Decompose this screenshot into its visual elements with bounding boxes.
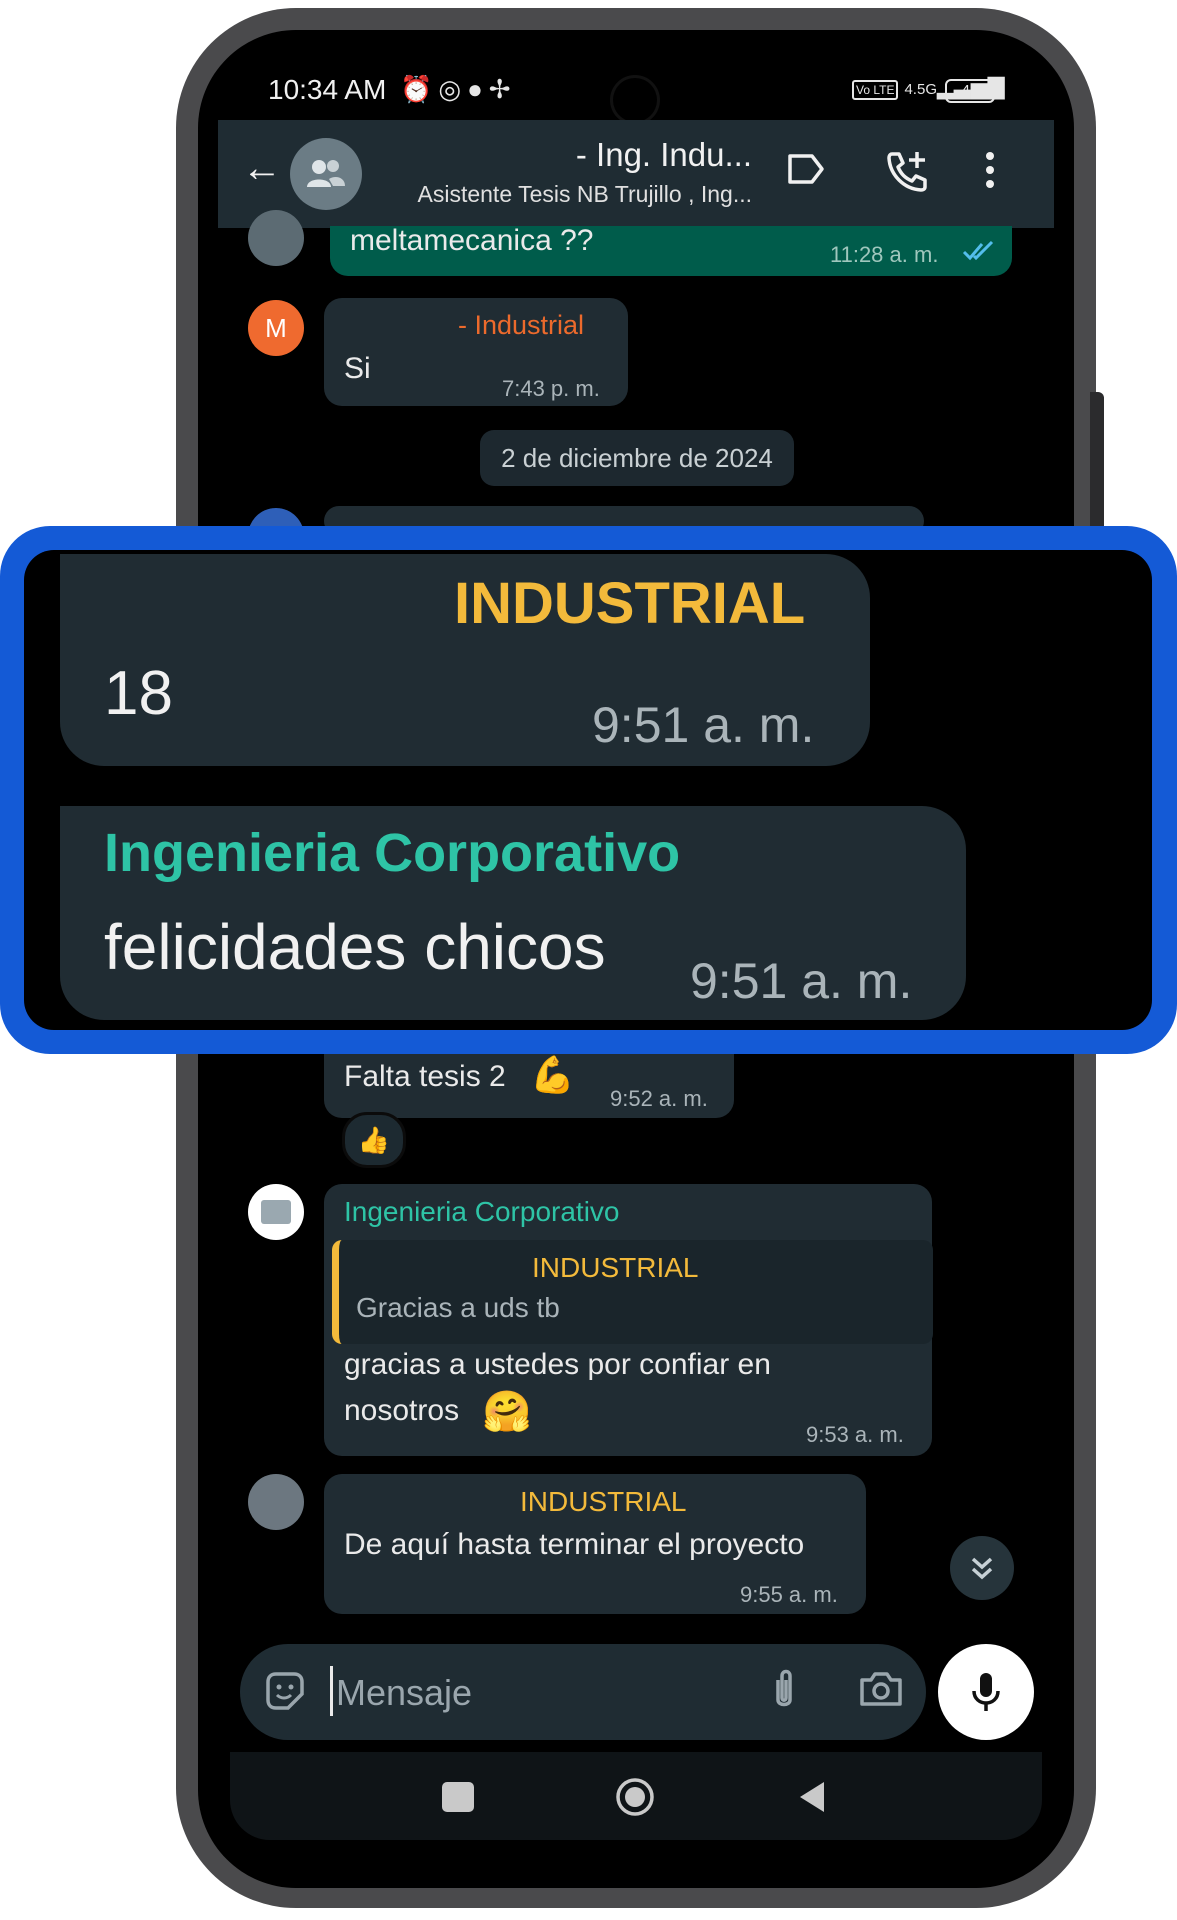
group-avatar[interactable] (290, 138, 362, 210)
battery-icon: 48 (945, 79, 995, 103)
message-input[interactable] (334, 1666, 738, 1720)
volte-badge: Vo LTE (852, 80, 899, 100)
network-type: 4.5G (904, 81, 937, 98)
home-button[interactable] (614, 1776, 656, 1818)
sender-name: - Industrial (458, 310, 585, 340)
back-arrow-icon[interactable]: ← (242, 146, 282, 190)
message-text: nosotros (344, 1394, 460, 1427)
side-button (1090, 392, 1104, 532)
front-camera (613, 78, 657, 122)
camera-icon[interactable] (858, 1668, 906, 1712)
message-text: felicidades chicos (104, 911, 606, 983)
sender-name: Ingenieria Corporativo (344, 1196, 620, 1227)
recents-button[interactable] (442, 1782, 474, 1812)
scroll-to-bottom-button[interactable] (950, 1536, 1014, 1600)
message-text: 18 (104, 659, 173, 728)
message-text: meltamecanica ?? (350, 224, 594, 257)
chat-title[interactable]: - Ing. Indu... (380, 136, 752, 174)
chat-subtitle[interactable]: Asistente Tesis NB Trujillo , Ing... (380, 181, 753, 208)
message-time: 9:51 a. m. (592, 697, 815, 753)
microphone-icon (972, 1673, 1000, 1711)
back-button[interactable] (798, 1780, 828, 1814)
text-cursor (330, 1666, 333, 1716)
more-options-icon[interactable] (984, 150, 1002, 194)
message-text: De aquí hasta terminar el proyecto (344, 1528, 805, 1561)
emoji-hugging-face: 🤗 (482, 1390, 532, 1434)
attach-icon[interactable] (770, 1666, 800, 1714)
voice-message-button[interactable] (938, 1644, 1034, 1740)
chat-bubble-icon: ● (467, 74, 489, 104)
sender-name: Ingenieria Corporativo (104, 823, 681, 883)
status-time: 10:34 AM (268, 74, 387, 105)
zoom-callout-content: INDUSTRIAL 18 9:51 a. m. Ingenieria Corp… (24, 550, 1152, 1030)
group-icon (307, 160, 345, 187)
message-time: 9:53 a. m. (806, 1422, 904, 1447)
sender-name: INDUSTRIAL (454, 571, 806, 636)
sticker-icon[interactable] (262, 1668, 308, 1714)
fan-icon: ✢ (488, 74, 517, 104)
avatar[interactable] (248, 210, 304, 266)
message-time: 7:43 p. m. (502, 376, 600, 401)
notification-icons: ⏰◎●✢ (400, 74, 517, 105)
avatar[interactable] (248, 1184, 304, 1240)
message-time: 11:28 a. m. (830, 242, 939, 267)
label-icon[interactable] (786, 152, 830, 192)
whatsapp-icon: ◎ (438, 74, 468, 104)
quoted-text: Gracias a uds tb (356, 1292, 560, 1323)
sender-name: INDUSTRIAL (520, 1486, 687, 1517)
message-text: Falta tesis 2 (344, 1060, 506, 1093)
message-time: 9:51 a. m. (690, 953, 913, 1009)
message-time: 9:52 a. m. (610, 1086, 708, 1111)
message-time: 9:55 a. m. (740, 1582, 838, 1607)
alarm-icon: ⏰ (400, 74, 439, 104)
double-chevron-down-icon (971, 1557, 993, 1580)
double-check-icon (962, 240, 996, 267)
message-text: gracias a ustedes por confiar en (344, 1348, 771, 1381)
avatar[interactable]: M (248, 300, 304, 356)
avatar[interactable] (248, 1474, 304, 1530)
add-call-icon[interactable] (884, 148, 932, 196)
reaction-badge[interactable]: 👍 (342, 1112, 406, 1168)
date-separator: 2 de diciembre de 2024 (480, 430, 794, 486)
quoted-sender: INDUSTRIAL (532, 1252, 699, 1283)
emoji-flexed-biceps: 💪 (530, 1054, 575, 1095)
message-text: Si (344, 352, 371, 385)
